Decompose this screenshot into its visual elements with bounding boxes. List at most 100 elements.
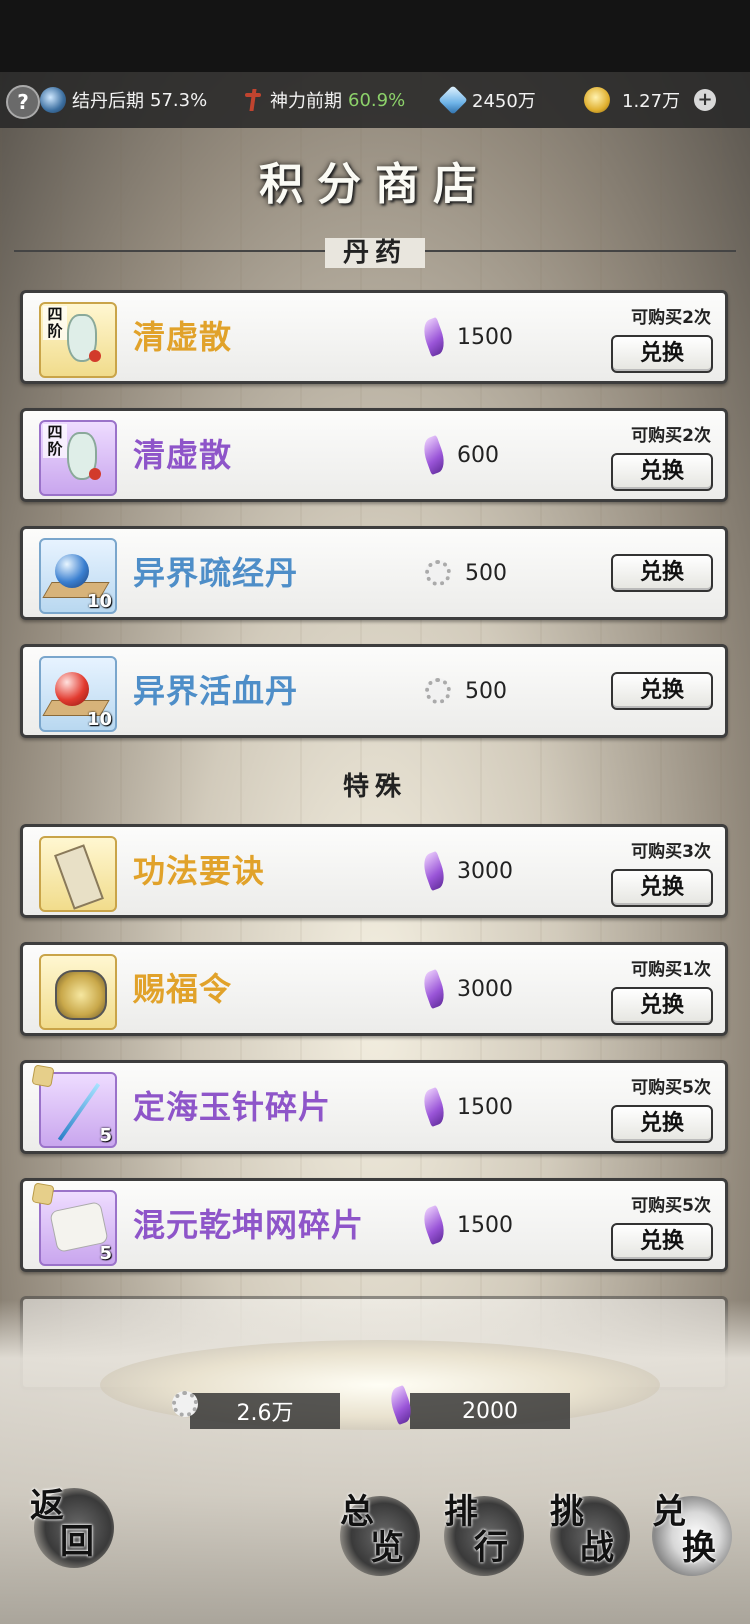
feather-icon — [419, 1205, 449, 1245]
item-icon[interactable]: 5 — [31, 1064, 117, 1148]
gold-value: 1.27万 — [622, 91, 681, 112]
purchase-limit: 可购买5次 — [631, 1196, 711, 1216]
item-icon[interactable] — [39, 836, 117, 912]
page-title: 积分商店 — [259, 159, 491, 210]
ranking-button-label[interactable]: 排 行 — [444, 1494, 514, 1566]
help-button[interactable]: ? — [6, 85, 40, 119]
coin-balance: 2.6万 — [172, 1391, 340, 1429]
feather-icon — [419, 851, 449, 891]
item-price: 3000 — [419, 827, 513, 915]
tier-badge: 四阶 — [43, 306, 67, 340]
divine-power-icon — [242, 87, 264, 113]
item-quantity: 10 — [86, 709, 112, 730]
price-value: 3000 — [457, 858, 513, 884]
exchange-button[interactable]: 兑换 — [611, 453, 713, 491]
divine-stat: 神力前期 60.9% — [242, 72, 405, 128]
cultivation-icon — [40, 87, 66, 113]
crystal-icon — [438, 85, 468, 115]
price-value: 500 — [465, 560, 507, 586]
price-value: 600 — [457, 442, 499, 468]
price-value: 1500 — [457, 1094, 513, 1120]
item-name: 异界疏经丹 — [133, 554, 299, 592]
exchange-tab-label[interactable]: 兑 换 — [652, 1494, 722, 1566]
item-quantity: 5 — [99, 1125, 112, 1146]
item-price: 1500 — [419, 1181, 513, 1269]
divine-value: 60.9% — [348, 89, 406, 111]
feather-icon — [419, 435, 449, 475]
section-header-pills: 丹药 — [14, 232, 736, 272]
add-gold-button[interactable]: + — [694, 89, 717, 111]
pill-vase-icon — [67, 432, 101, 480]
item-price: 1500 — [419, 293, 513, 381]
feather-balance: 2000 — [386, 1385, 570, 1429]
price-value: 3000 — [457, 976, 513, 1002]
top-decor-band — [0, 0, 750, 72]
item-price: 500 — [425, 529, 507, 617]
item-name: 功法要诀 — [133, 852, 266, 890]
purchase-limit: 可购买2次 — [631, 426, 711, 446]
item-price: 3000 — [419, 945, 513, 1033]
divine-label: 神力前期 — [270, 91, 342, 112]
item-name: 定海玉针碎片 — [133, 1088, 332, 1126]
shop-item-row: 赐福令 3000 可购买1次 兑换 — [20, 942, 728, 1036]
shop-item-row: 5 混元乾坤网碎片 1500 可购买5次 兑换 — [20, 1178, 728, 1272]
gold-stat: 1.27万 + — [584, 72, 717, 128]
challenge-button-label[interactable]: 挑 战 — [550, 1494, 620, 1566]
blue-pill-icon — [55, 554, 89, 588]
cultivation-label: 结丹后期 — [72, 91, 144, 112]
item-icon[interactable]: 10 — [39, 656, 117, 732]
shop-item-row: 10 异界疏经丹 500 兑换 — [20, 526, 728, 620]
item-icon[interactable]: 10 — [39, 538, 117, 614]
needle-icon — [57, 1083, 101, 1141]
exchange-button[interactable]: 兑换 — [611, 987, 713, 1025]
item-icon[interactable]: 5 — [31, 1182, 117, 1266]
status-bar: ? 结丹后期 57.3% 神力前期 60.9% 2450万 1.27万 + — [0, 72, 750, 128]
purchase-limit: 可购买5次 — [631, 1078, 711, 1098]
item-price: 600 — [419, 411, 499, 499]
shop-item-row: 5 定海玉针碎片 1500 可购买5次 兑换 — [20, 1060, 728, 1154]
item-name: 清虚散 — [133, 318, 233, 356]
shop-item-row: 四阶 清虚散 600 可购买2次 兑换 — [20, 408, 728, 502]
overview-button-label[interactable]: 总 览 — [340, 1494, 410, 1566]
item-icon[interactable] — [39, 954, 117, 1030]
item-name: 异界活血丹 — [133, 672, 299, 710]
puzzle-piece-icon — [31, 1182, 55, 1206]
tier-badge: 四阶 — [43, 424, 67, 458]
exchange-button[interactable]: 兑换 — [611, 869, 713, 907]
crystal-value: 2450万 — [472, 91, 536, 112]
item-icon[interactable]: 四阶 — [39, 420, 117, 496]
coin-balance-value: 2.6万 — [236, 1401, 294, 1426]
red-pill-icon — [55, 672, 89, 706]
item-quantity: 5 — [99, 1243, 112, 1264]
shop-item-row: 四阶 清虚散 1500 可购买2次 兑换 — [20, 290, 728, 384]
exchange-button[interactable]: 兑换 — [611, 672, 713, 710]
gold-coin-icon — [584, 87, 610, 113]
cultivation-stat: 结丹后期 57.3% — [40, 72, 207, 128]
exchange-button[interactable]: 兑换 — [611, 1105, 713, 1143]
exchange-button[interactable]: 兑换 — [611, 554, 713, 592]
shop-item-row: 10 异界活血丹 500 兑换 — [20, 644, 728, 738]
item-name: 混元乾坤网碎片 — [133, 1206, 365, 1244]
item-quantity: 10 — [86, 591, 112, 612]
feather-icon — [419, 1087, 449, 1127]
section-label-pills: 丹药 — [324, 238, 425, 268]
feather-icon — [419, 969, 449, 1009]
purchase-limit: 可购买1次 — [631, 960, 711, 980]
purchase-limit: 可购买2次 — [631, 308, 711, 328]
item-icon[interactable]: 四阶 — [39, 302, 117, 378]
cultivation-value: 57.3% — [150, 89, 208, 111]
puzzle-piece-icon — [31, 1064, 55, 1088]
item-name: 清虚散 — [133, 436, 233, 474]
token-icon — [55, 970, 107, 1020]
section-label-special: 特殊 — [342, 772, 407, 802]
item-price: 500 — [425, 647, 507, 735]
item-name: 赐福令 — [133, 970, 233, 1008]
feather-balance-value: 2000 — [462, 1398, 518, 1424]
coin-icon — [425, 560, 451, 586]
coin-icon — [425, 678, 451, 704]
exchange-button[interactable]: 兑换 — [611, 335, 713, 373]
crystal-stat: 2450万 — [438, 72, 536, 128]
exchange-button[interactable]: 兑换 — [611, 1223, 713, 1261]
back-button-label[interactable]: 返 回 — [30, 1488, 100, 1560]
shop-item-row: 功法要诀 3000 可购买3次 兑换 — [20, 824, 728, 918]
